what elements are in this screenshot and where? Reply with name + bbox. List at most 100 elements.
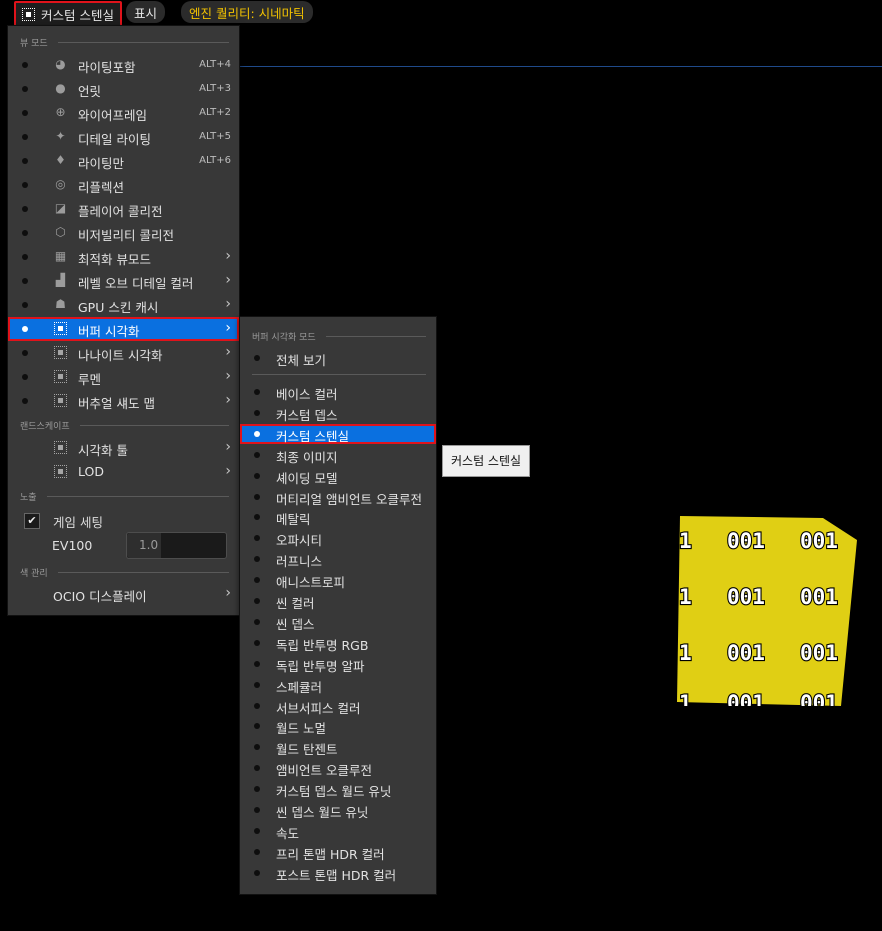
submenu-item-specular[interactable]: 스페큘러 <box>240 675 436 695</box>
menu-item-visibility-collision[interactable]: ⬡ 비저빌리티 콜리전 <box>8 221 239 245</box>
submenu-item-label: 애니스트로피 <box>276 575 346 591</box>
buffer-icon <box>54 322 67 335</box>
stencil-value: 001 <box>800 529 838 553</box>
submenu-item-label: 오파시티 <box>276 533 323 549</box>
submenu-item-label: 월드 노멀 <box>276 721 326 737</box>
submenu-item-scene-depth[interactable]: 씬 뎁스 <box>240 612 436 632</box>
menu-item-label: 나나이트 시각화 <box>78 348 163 363</box>
submenu-item-scene-depth-world-units[interactable]: 씬 뎁스 월드 유닛 <box>240 800 436 820</box>
radio-dot <box>22 110 28 116</box>
menu-item-reflection[interactable]: ◎ 리플렉션 <box>8 173 239 197</box>
radio-dot <box>254 535 260 542</box>
menu-item-lumen[interactable]: 루멘 › <box>8 365 239 389</box>
radio-dot <box>22 374 28 380</box>
menu-item-unlit[interactable]: ● 언릿 ALT+3 <box>8 77 239 101</box>
menu-item-detail-lighting[interactable]: ✦ 디테일 라이팅 ALT+5 <box>8 125 239 149</box>
menu-item-ocio-display[interactable]: OCIO 디스플레이 › <box>8 582 239 606</box>
submenu-item-world-tangent[interactable]: 월드 탄젠트 <box>240 737 436 757</box>
submenu-item-pre-tonemap-hdr[interactable]: 프리 톤맵 HDR 컬러 <box>240 842 436 862</box>
submenu-item-roughness[interactable]: 러프니스 <box>240 549 436 569</box>
submenu-item-base-color[interactable]: 베이스 컬러 <box>240 382 436 402</box>
submenu-item-metallic[interactable]: 메탈릭 <box>240 507 436 527</box>
radio-dot <box>22 398 28 404</box>
menu-item-player-collision[interactable]: ◪ 플레이어 콜리전 <box>8 197 239 221</box>
submenu-item-shading-model[interactable]: 셰이딩 모델 <box>240 466 436 486</box>
submenu-item-world-normal[interactable]: 월드 노멀 <box>240 716 436 736</box>
stencil-value-edge: 1 <box>679 641 692 665</box>
submenu-item-label: 속도 <box>276 825 300 841</box>
nanite-icon <box>54 346 67 359</box>
radio-dot <box>254 598 260 604</box>
submenu-item-label: 씬 뎁스 월드 유닛 <box>276 805 369 820</box>
menu-item-virtual-shadow-map[interactable]: 버추얼 섀도 맵 › <box>8 389 239 413</box>
radio-dot <box>254 807 260 813</box>
radio-dot <box>22 254 28 260</box>
submenu-item-label: 씬 뎁스 <box>276 616 315 632</box>
submenu-item-label: 서브서피스 컬러 <box>276 700 361 716</box>
submenu-item-velocity[interactable]: 속도 <box>240 821 436 841</box>
submenu-item-scene-color[interactable]: 씬 컬러 <box>240 591 436 611</box>
menu-item-label: LOD <box>78 464 104 479</box>
shortcut-label: ALT+5 <box>199 131 231 142</box>
radio-dot <box>254 744 260 751</box>
menu-item-label: 와이어프레임 <box>78 108 148 123</box>
game-settings-label: 게임 세팅 <box>53 515 103 530</box>
menu-item-lod[interactable]: LOD › <box>8 460 239 484</box>
menu-item-viz-tool[interactable]: 시각화 툴 › <box>8 436 239 460</box>
submenu-item-custom-stencil[interactable]: 커스텀 스텐실 <box>240 423 436 444</box>
chevron-right-icon: › <box>225 344 231 360</box>
submenu-item-final-image[interactable]: 최종 이미지 <box>240 445 436 465</box>
submenu-item-label: 최종 이미지 <box>276 449 338 465</box>
submenu-item-label: 월드 탄젠트 <box>276 742 338 758</box>
radio-dot <box>22 86 28 92</box>
radio-dot <box>22 278 28 284</box>
ev100-label: EV100 <box>52 538 93 553</box>
view-mode-button[interactable]: 커스텀 스텐실 <box>14 1 122 27</box>
submenu-item-label: 베이스 컬러 <box>276 387 338 402</box>
menu-item-wireframe[interactable]: ⊕ 와이어프레임 ALT+2 <box>8 101 239 125</box>
submenu-item-overview[interactable]: 전체 보기 <box>240 348 436 368</box>
submenu-item-subsurface-color[interactable]: 서브서피스 컬러 <box>240 696 436 716</box>
chevron-right-icon: › <box>225 585 231 601</box>
submenu-item-label: 전체 보기 <box>276 353 326 368</box>
submenu-item-ambient-occlusion[interactable]: 앰비언트 오클루전 <box>240 758 436 778</box>
submenu-item-label: 커스텀 뎁스 월드 유닛 <box>276 784 392 800</box>
submenu-item-custom-depth[interactable]: 커스텀 뎁스 <box>240 403 436 423</box>
lod-icon <box>54 465 67 478</box>
section-exposure: 노출 <box>20 490 229 503</box>
menu-item-nanite[interactable]: 나나이트 시각화 › <box>8 341 239 365</box>
ev100-slider[interactable]: 1.0 <box>126 532 227 559</box>
submenu-item-label: 앰비언트 오클루전 <box>276 763 372 779</box>
radio-dot <box>254 493 260 500</box>
menu-item-lit[interactable]: ◕ 라이팅포함 ALT+4 <box>8 53 239 77</box>
menu-item-label: OCIO 디스플레이 <box>53 589 147 604</box>
submenu-item-separate-translucency-rgb[interactable]: 독립 반투명 RGB <box>240 633 436 653</box>
submenu-item-label: 러프니스 <box>276 554 323 570</box>
submenu-item-material-ao[interactable]: 머티리얼 앰비언트 오클루전 <box>240 487 436 507</box>
submenu-item-label: 독립 반투명 알파 <box>276 658 365 674</box>
radio-dot <box>254 660 260 667</box>
game-settings-checkbox[interactable]: ✔ <box>24 513 40 529</box>
section-color-management: 색 관리 <box>20 566 229 579</box>
viz-tool-icon <box>54 441 67 454</box>
submenu-item-separate-translucency-alpha[interactable]: 독립 반투명 알파 <box>240 654 436 674</box>
submenu-item-opacity[interactable]: 오파시티 <box>240 528 436 548</box>
menu-item-lighting-only[interactable]: ♦ 라이팅만 ALT+6 <box>8 149 239 173</box>
shortcut-label: ALT+3 <box>199 83 231 94</box>
submenu-item-anisotropy[interactable]: 애니스트로피 <box>240 570 436 590</box>
menu-item-optimization[interactable]: ▦ 최적화 뷰모드 › <box>8 245 239 269</box>
show-button[interactable]: 표시 <box>126 1 166 23</box>
submenu-item-custom-depth-world-units[interactable]: 커스텀 뎁스 월드 유닛 <box>240 779 436 799</box>
wireframe-globe-icon: ⊕ <box>55 105 66 119</box>
radio-dot <box>254 786 260 793</box>
submenu-item-post-tonemap-hdr[interactable]: 포스트 톤맵 HDR 컬러 <box>240 863 436 883</box>
detail-lighting-icon: ✦ <box>55 129 66 143</box>
menu-item-buffer-visualization[interactable]: 버퍼 시각화 › <box>8 317 239 341</box>
menu-item-lod-color[interactable]: ▟ 레벨 오브 디테일 컬러 › <box>8 269 239 293</box>
chevron-right-icon: › <box>225 368 231 384</box>
menu-item-gpu-skin-cache[interactable]: ☗ GPU 스킨 캐시 › <box>8 293 239 317</box>
engine-quality-button[interactable]: 엔진 퀄리티: 시네마틱 <box>181 1 313 23</box>
player-collision-icon: ◪ <box>54 201 67 215</box>
stencil-value-edge: 1 <box>679 691 692 706</box>
view-mode-label: 커스텀 스텐실 <box>41 7 114 23</box>
